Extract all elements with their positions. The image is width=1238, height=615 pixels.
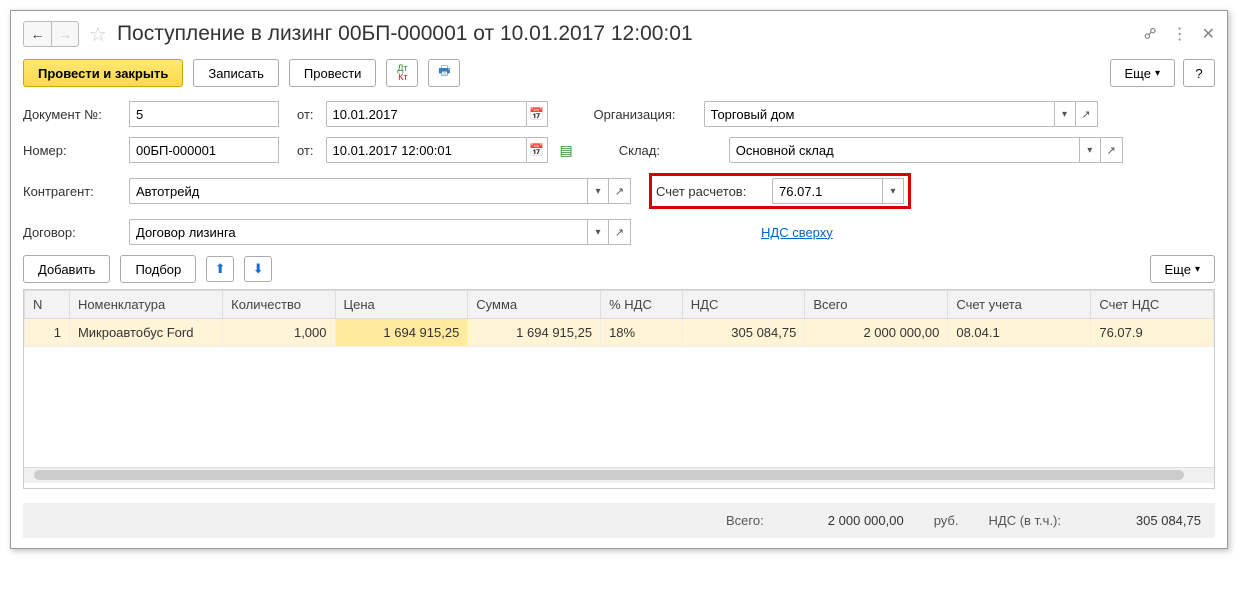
- number-input[interactable]: [129, 137, 279, 163]
- cell-vat-pct[interactable]: 18%: [601, 319, 683, 347]
- account-dropdown-icon[interactable]: [882, 178, 904, 204]
- from-label-1: от:: [297, 107, 314, 122]
- account-highlight-box: Счет расчетов:: [649, 173, 911, 209]
- totals-footer: Всего: 2 000 000,00 руб. НДС (в т.ч.): 3…: [23, 503, 1215, 538]
- cell-price[interactable]: 1 694 915,25: [335, 319, 468, 347]
- org-open-icon[interactable]: [1076, 101, 1098, 127]
- save-button[interactable]: Записать: [193, 59, 279, 87]
- arrow-up-icon: ⬆: [215, 261, 226, 277]
- nav-back-button[interactable]: ←: [23, 21, 51, 47]
- table-more-button[interactable]: Еще ▾: [1150, 255, 1215, 283]
- cell-sum[interactable]: 1 694 915,25: [468, 319, 601, 347]
- col-vat[interactable]: НДС: [682, 291, 805, 319]
- warehouse-input[interactable]: [729, 137, 1079, 163]
- contract-label: Договор:: [23, 225, 123, 240]
- close-icon[interactable]: ✕: [1202, 24, 1215, 44]
- printer-icon: 🖶: [438, 62, 450, 84]
- col-total[interactable]: Всего: [805, 291, 948, 319]
- contract-dropdown-icon[interactable]: [587, 219, 609, 245]
- contract-input[interactable]: [129, 219, 587, 245]
- help-button[interactable]: ?: [1183, 59, 1215, 87]
- number-label: Номер:: [23, 143, 123, 158]
- col-qty[interactable]: Количество: [223, 291, 335, 319]
- scrollbar-thumb[interactable]: [34, 470, 1184, 480]
- cell-vat-account[interactable]: 76.07.9: [1091, 319, 1214, 347]
- cell-vat[interactable]: 305 084,75: [682, 319, 805, 347]
- col-vat-account[interactable]: Счет НДС: [1091, 291, 1214, 319]
- select-button[interactable]: Подбор: [120, 255, 196, 283]
- table-toolbar: Добавить Подбор ⬆ ⬇ Еще ▾: [23, 255, 1215, 283]
- date1-input[interactable]: [326, 101, 526, 127]
- counterparty-input[interactable]: [129, 178, 587, 204]
- nav-forward-button[interactable]: →: [51, 21, 79, 47]
- from-label-2: от:: [297, 143, 314, 158]
- cell-total[interactable]: 2 000 000,00: [805, 319, 948, 347]
- datetime-input[interactable]: [326, 137, 526, 163]
- post-button[interactable]: Провести: [289, 59, 377, 87]
- cell-qty[interactable]: 1,000: [223, 319, 335, 347]
- footer-vat-label: НДС (в т.ч.):: [989, 513, 1062, 528]
- print-button[interactable]: 🖶: [428, 59, 460, 87]
- col-price[interactable]: Цена: [335, 291, 468, 319]
- footer-total-value: 2 000 000,00: [794, 513, 904, 528]
- counterparty-dropdown-icon[interactable]: [587, 178, 609, 204]
- warehouse-dropdown-icon[interactable]: [1079, 137, 1101, 163]
- link-icon[interactable]: ⚯: [1144, 24, 1157, 44]
- move-down-button[interactable]: ⬇: [244, 256, 272, 282]
- cell-nomenclature[interactable]: Микроавтобус Ford: [69, 319, 222, 347]
- table-row[interactable]: 1 Микроавтобус Ford 1,000 1 694 915,25 1…: [25, 319, 1214, 347]
- footer-total-label: Всего:: [726, 513, 764, 528]
- date1-calendar-icon[interactable]: [526, 101, 548, 127]
- horizontal-scrollbar[interactable]: [24, 467, 1214, 483]
- org-dropdown-icon[interactable]: [1054, 101, 1076, 127]
- status-green-icon[interactable]: ▤: [560, 142, 573, 159]
- items-table[interactable]: N Номенклатура Количество Цена Сумма % Н…: [24, 290, 1214, 347]
- warehouse-label: Склад:: [619, 143, 729, 158]
- org-label: Организация:: [594, 107, 704, 122]
- arrow-down-icon: ⬇: [253, 261, 264, 277]
- col-n[interactable]: N: [25, 291, 70, 319]
- footer-currency: руб.: [934, 513, 959, 528]
- post-and-close-button[interactable]: Провести и закрыть: [23, 59, 183, 87]
- warehouse-open-icon[interactable]: [1101, 137, 1123, 163]
- kebab-menu-icon[interactable]: ⋮: [1172, 24, 1188, 44]
- add-row-button[interactable]: Добавить: [23, 255, 110, 283]
- col-vat-pct[interactable]: % НДС: [601, 291, 683, 319]
- grid-container: N Номенклатура Количество Цена Сумма % Н…: [23, 289, 1215, 489]
- col-sum[interactable]: Сумма: [468, 291, 601, 319]
- more-button[interactable]: Еще ▾: [1110, 59, 1175, 87]
- counterparty-open-icon[interactable]: [609, 178, 631, 204]
- account-input[interactable]: [772, 178, 882, 204]
- account-label: Счет расчетов:: [656, 184, 772, 199]
- col-nomenclature[interactable]: Номенклатура: [69, 291, 222, 319]
- datetime-calendar-icon[interactable]: [526, 137, 548, 163]
- counterparty-label: Контрагент:: [23, 184, 123, 199]
- doc-num-input[interactable]: [129, 101, 279, 127]
- cell-account-record[interactable]: 08.04.1: [948, 319, 1091, 347]
- contract-open-icon[interactable]: [609, 219, 631, 245]
- cell-n[interactable]: 1: [25, 319, 70, 347]
- org-input[interactable]: [704, 101, 1054, 127]
- vat-mode-link[interactable]: НДС сверху: [761, 225, 833, 240]
- main-toolbar: Провести и закрыть Записать Провести ДтК…: [23, 59, 1215, 87]
- doc-num-label: Документ №:: [23, 107, 123, 122]
- window-title: Поступление в лизинг 00БП-000001 от 10.0…: [117, 22, 1138, 46]
- move-up-button[interactable]: ⬆: [206, 256, 234, 282]
- favorite-star-icon[interactable]: ☆: [89, 22, 107, 47]
- footer-vat-value: 305 084,75: [1091, 513, 1201, 528]
- titlebar: ← → ☆ Поступление в лизинг 00БП-000001 о…: [23, 21, 1215, 47]
- dtkt-button[interactable]: ДтКт: [386, 59, 418, 87]
- col-account-record[interactable]: Счет учета: [948, 291, 1091, 319]
